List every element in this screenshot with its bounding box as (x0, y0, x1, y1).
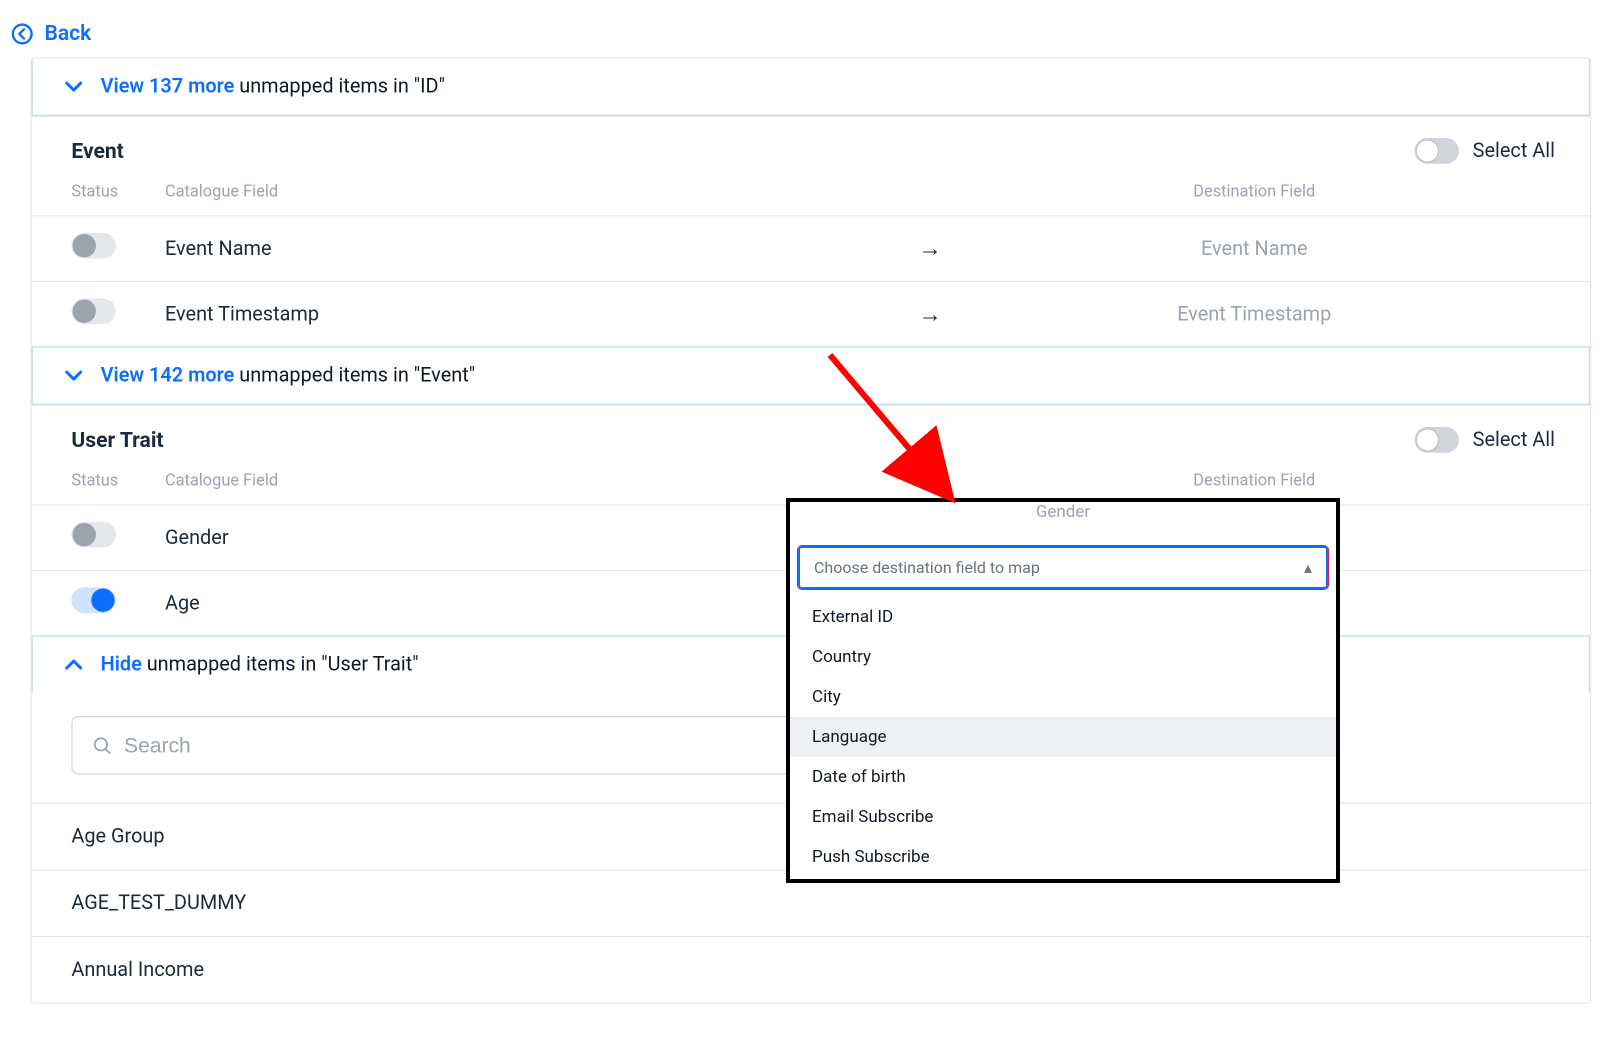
row-toggle[interactable] (71, 233, 115, 259)
search-input[interactable] (124, 733, 894, 758)
section-header-event: Event Select All (32, 116, 1590, 176)
search-icon (91, 735, 112, 756)
select-all-label: Select All (1473, 139, 1555, 162)
col-catalogue: Catalogue Field (165, 472, 907, 491)
catalogue-field: Event Timestamp (165, 302, 319, 325)
col-destination: Destination Field (954, 183, 1555, 202)
col-status: Status (71, 472, 165, 491)
row-toggle[interactable] (71, 587, 115, 613)
map-row-event-name: Event Name → Event Name (32, 215, 1590, 281)
destination-field[interactable]: Event Timestamp (954, 302, 1555, 325)
destination-options-list: External ID Country City Language Date o… (790, 589, 1336, 879)
chevron-down-icon (63, 76, 84, 97)
col-status: Status (71, 183, 165, 202)
catalogue-field: Age (165, 591, 200, 614)
back-label: Back (44, 21, 91, 46)
expand-id-link: View 137 more (101, 75, 235, 98)
dropdown-option-external-id[interactable]: External ID (790, 597, 1336, 637)
catalogue-field: Gender (165, 526, 229, 549)
row-toggle[interactable] (71, 298, 115, 324)
back-link[interactable]: Back (0, 0, 1600, 57)
dropdown-option-dob[interactable]: Date of birth (790, 757, 1336, 797)
destination-select[interactable]: Choose destination field to map ▴ (798, 546, 1328, 589)
section-title-user-trait: User Trait (71, 428, 163, 453)
arrow-right-icon: → (907, 234, 954, 263)
dropdown-option-language[interactable]: Language (790, 717, 1336, 757)
select-all-toggle-event[interactable] (1414, 138, 1458, 164)
caret-up-icon: ▴ (1304, 558, 1312, 577)
expand-row-id[interactable]: View 137 more unmapped items in "ID" (32, 58, 1590, 115)
destination-field[interactable]: Event Name (954, 237, 1555, 260)
chevron-down-icon (63, 365, 84, 386)
section-header-user-trait: User Trait Select All (32, 405, 1590, 465)
expand-event-link: View 142 more (101, 364, 235, 387)
col-destination: Destination Field (954, 472, 1555, 491)
column-headers-event: Status Catalogue Field Destination Field (32, 176, 1590, 216)
back-circle-icon (12, 23, 33, 44)
row-toggle[interactable] (71, 522, 115, 548)
catalogue-field: Event Name (165, 237, 272, 260)
chevron-up-icon (63, 654, 84, 675)
destination-select-placeholder: Choose destination field to map (814, 558, 1040, 577)
expand-id-rest: unmapped items in "ID" (234, 75, 445, 98)
destination-dropdown-panel: Gender Choose destination field to map ▴… (786, 498, 1340, 883)
expand-row-event[interactable]: View 142 more unmapped items in "Event" (32, 346, 1590, 405)
collapse-link: Hide (101, 653, 142, 676)
dropdown-option-city[interactable]: City (790, 677, 1336, 717)
list-item[interactable]: Annual Income (32, 936, 1590, 1003)
dropdown-option-country[interactable]: Country (790, 637, 1336, 677)
expand-event-rest: unmapped items in "Event" (234, 364, 475, 387)
map-row-event-timestamp: Event Timestamp → Event Timestamp (32, 281, 1590, 347)
select-all-label: Select All (1473, 428, 1555, 451)
arrow-right-icon: → (907, 300, 954, 329)
obscured-destination-text: Gender (1036, 502, 1090, 524)
select-all-toggle-user-trait[interactable] (1414, 427, 1458, 453)
dropdown-option-push-subscribe[interactable]: Push Subscribe (790, 837, 1336, 877)
dropdown-option-email-subscribe[interactable]: Email Subscribe (790, 797, 1336, 837)
section-title-event: Event (71, 139, 123, 164)
col-catalogue: Catalogue Field (165, 183, 907, 202)
collapse-rest: unmapped items in "User Trait" (142, 653, 419, 676)
